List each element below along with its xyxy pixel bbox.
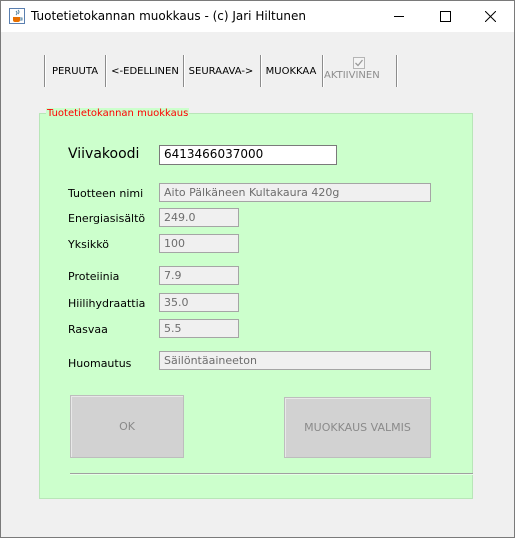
huomautus-field[interactable]: Säilöntäaineeton (159, 351, 431, 370)
java-cup-icon (9, 8, 25, 24)
minimize-icon (394, 16, 404, 17)
toolbar-separator (105, 55, 106, 87)
app-window: Tuotetietokannan muokkaus - (c) Jari Hil… (0, 0, 515, 538)
close-icon (485, 11, 496, 22)
close-button[interactable] (468, 1, 514, 32)
edit-panel: Tuotetietokannan muokkaus Viivakoodi 641… (39, 108, 473, 499)
edellinen-button[interactable]: <-EDELLINEN (109, 61, 181, 80)
toolbar-separator (44, 55, 45, 87)
tuotteen-nimi-field[interactable]: Aito Pälkäneen Kultakaura 420g (159, 183, 431, 202)
minimize-button[interactable] (377, 1, 423, 32)
energiasisalto-field[interactable]: 249.0 (159, 208, 239, 227)
hiilihydraattia-label: Hiilihydraattia (68, 297, 146, 310)
rasvaa-field[interactable]: 5.5 (159, 319, 239, 338)
aktiivinen-label: AKTIIVINEN (324, 70, 380, 81)
separator-line (70, 473, 473, 474)
ok-button[interactable]: OK (70, 395, 184, 458)
maximize-icon (440, 11, 451, 22)
title-bar[interactable]: Tuotetietokannan muokkaus - (c) Jari Hil… (1, 1, 514, 32)
rasvaa-label: Rasvaa (68, 323, 108, 336)
maximize-button[interactable] (423, 1, 469, 32)
toolbar-separator (183, 55, 184, 87)
muokkaus-valmis-button[interactable]: MUOKKAUS VALMIS (284, 397, 431, 458)
hiilihydraattia-field[interactable]: 35.0 (159, 293, 239, 312)
window-title: Tuotetietokannan muokkaus - (c) Jari Hil… (31, 9, 306, 23)
peruuta-button[interactable]: PERUUTA (48, 61, 102, 80)
viivakoodi-label: Viivakoodi (68, 146, 140, 162)
aktiivinen-checkbox[interactable]: AKTIIVINEN (324, 57, 394, 81)
toolbar-separator (260, 55, 261, 87)
tuotteen-nimi-label: Tuotteen nimi (68, 187, 144, 200)
yksikko-field[interactable]: 100 (159, 234, 239, 253)
viivakoodi-input[interactable]: 6413466037000 (159, 145, 337, 165)
huomautus-label: Huomautus (68, 357, 132, 370)
toolbar-separator (322, 55, 323, 87)
proteiinia-field[interactable]: 7.9 (159, 266, 239, 285)
yksikko-label: Yksikkö (68, 238, 109, 251)
panel-title: Tuotetietokannan muokkaus (46, 108, 190, 119)
checkbox-checked-icon (353, 57, 365, 69)
toolbar-separator (396, 55, 397, 87)
proteiinia-label: Proteiinia (68, 270, 120, 283)
muokkaa-button[interactable]: MUOKKAA (263, 61, 319, 80)
seuraava-button[interactable]: SEURAAVA-> (186, 61, 256, 80)
energiasisalto-label: Energiasisältö (68, 212, 146, 225)
